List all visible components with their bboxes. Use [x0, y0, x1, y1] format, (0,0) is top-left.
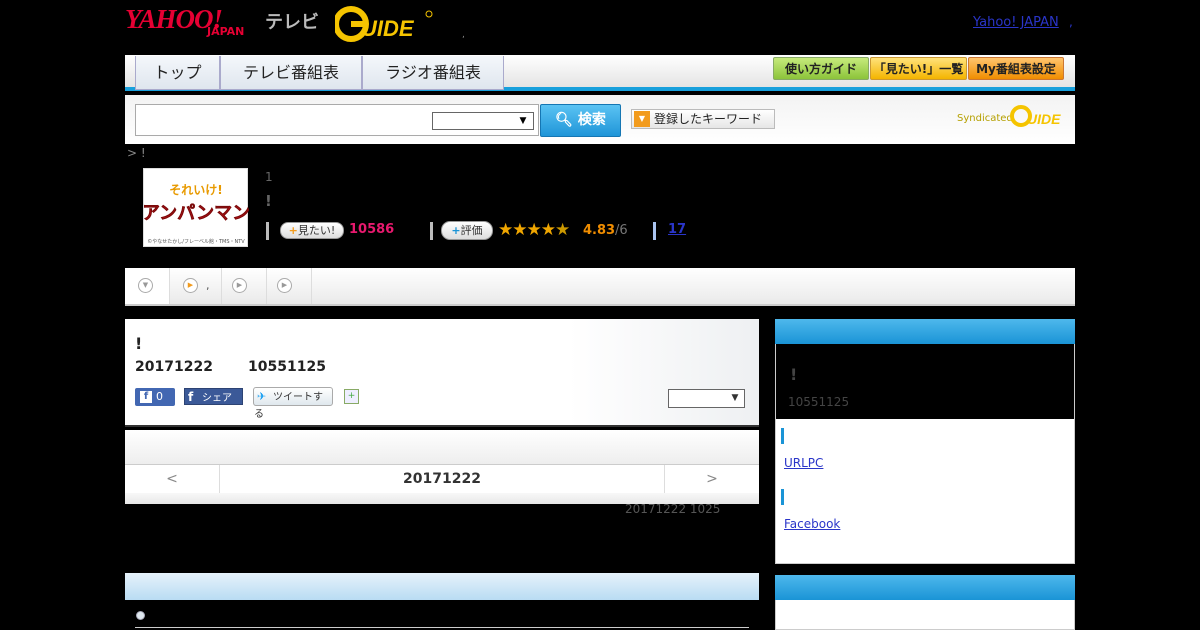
- rating-button-label: 評価: [460, 224, 483, 237]
- program-subtabs: ▼ ▶ , ▶ ▶: [125, 268, 1075, 306]
- mitai-button[interactable]: +見たい!: [280, 222, 344, 239]
- section-header-bar: [125, 573, 759, 600]
- plus-icon: +: [451, 224, 461, 237]
- plus-icon: +: [288, 224, 298, 237]
- facebook-like-button[interactable]: f0: [135, 388, 175, 406]
- registered-keyword-label: 登録したキーワード: [654, 112, 763, 126]
- chevron-down-icon: ▼: [519, 116, 527, 126]
- search-bar: ▼ 🔍︎ 検索 ▼ 登録したキーワード Syndicated UIDE: [125, 95, 1075, 144]
- facebook-icon: f: [140, 391, 152, 403]
- search-button-label: 検索: [577, 112, 606, 128]
- episode-number: 1: [265, 170, 273, 184]
- chevron-down-icon: ▼: [731, 393, 739, 403]
- url-pc-link[interactable]: URLPC: [784, 456, 823, 470]
- svg-text:UIDE: UIDE: [1027, 111, 1061, 127]
- facebook-link[interactable]: Facebook: [784, 517, 840, 531]
- subtab-3[interactable]: ▶: [222, 268, 267, 304]
- side-box-2-header: [775, 575, 1075, 600]
- divider: [653, 222, 656, 240]
- syndicated-gguide-logo: UIDE: [1010, 105, 1061, 127]
- last-updated: 20171222 1025: [625, 502, 721, 516]
- subtab-2[interactable]: ▶ ,: [170, 268, 222, 304]
- divider: [430, 222, 433, 240]
- program-title: !: [265, 192, 272, 210]
- broadcast-info-panel: [125, 319, 759, 427]
- tab-top[interactable]: トップ: [135, 56, 220, 90]
- side-box-2: [775, 600, 1075, 630]
- svg-text:アンパンマン: アンパンマン: [144, 203, 249, 224]
- main-nav: トップ テレビ番組表 ラジオ番組表 使い方ガイド 「見たい!」一覧 My番組表設…: [125, 55, 1075, 91]
- search-button[interactable]: 🔍︎ 検索: [540, 104, 621, 137]
- side-program-time: 10551125: [788, 395, 850, 409]
- side-program-title: !: [790, 365, 798, 384]
- svg-text:UIDE: UIDE: [361, 16, 415, 41]
- add-calendar-icon[interactable]: +: [344, 389, 359, 404]
- yahoo-japan-logo-sub: JAPAN: [207, 25, 245, 38]
- rating-max: /6: [615, 223, 628, 238]
- play-icon: ▶: [277, 278, 292, 293]
- mitai-button-label: 見たい!: [297, 224, 336, 237]
- subtab-1[interactable]: ▼: [125, 268, 170, 304]
- divider: [266, 222, 269, 240]
- dropdown-arrow-icon: ▼: [634, 111, 650, 127]
- subtab-2-label: ,: [206, 279, 210, 292]
- facebook-share-button[interactable]: f シェア: [184, 388, 243, 405]
- review-count-link[interactable]: 17: [668, 222, 686, 237]
- mitai-count: 10586: [349, 222, 395, 237]
- facebook-share-label: シェア: [202, 393, 232, 404]
- program-thumbnail: それいけ! アンパンマン ©やなせたかし/フレーベル館・TMS・NTV: [142, 168, 251, 247]
- datenav-header: [125, 430, 759, 464]
- prev-date-button[interactable]: <: [125, 465, 220, 493]
- usage-guide-button[interactable]: 使い方ガイド: [773, 57, 869, 80]
- tv-label: テレビ: [265, 12, 319, 33]
- svg-text:それいけ!: それいけ!: [169, 183, 222, 197]
- yahoo-japan-link[interactable]: Yahoo! JAPAN: [973, 15, 1059, 30]
- twitter-bird-icon: ✈︎: [257, 390, 267, 403]
- section-marker: [781, 489, 784, 505]
- current-date: 20171222: [403, 471, 481, 487]
- subtab-4[interactable]: ▶: [267, 268, 312, 304]
- rating-value: 4.83: [583, 223, 616, 238]
- play-icon: ▶: [183, 278, 198, 293]
- side-box-header: [775, 319, 1075, 344]
- bullet-icon: [136, 611, 145, 620]
- anpanman-logo-image: それいけ! アンパンマン ©やなせたかし/フレーベル館・TMS・NTV: [142, 183, 251, 245]
- mitai-list-button[interactable]: 「見たい!」一覧: [870, 57, 967, 80]
- play-icon: ▶: [232, 278, 247, 293]
- gguide-logo[interactable]: UIDE: [335, 6, 435, 42]
- divider: [135, 627, 749, 628]
- section-marker: [781, 428, 784, 444]
- header-dot: ,: [462, 30, 465, 40]
- tab-radio-schedule[interactable]: ラジオ番組表: [362, 56, 504, 90]
- yahoo-link-dot: ,: [1069, 15, 1073, 29]
- tab-tv-schedule[interactable]: テレビ番組表: [220, 56, 362, 90]
- breadcrumb: > !: [127, 146, 146, 160]
- svg-text:©やなせたかし/フレーベル館・TMS・NTV: ©やなせたかし/フレーベル館・TMS・NTV: [147, 238, 245, 245]
- broadcast-title: !: [135, 334, 143, 353]
- my-schedule-settings-button[interactable]: My番組表設定: [968, 57, 1064, 80]
- broadcast-date: 20171222: [135, 359, 213, 375]
- syndicated-label: Syndicated: [957, 113, 1013, 124]
- chevron-down-icon: ▼: [138, 278, 153, 293]
- search-icon: 🔍︎: [555, 112, 573, 128]
- registered-keyword-button[interactable]: ▼ 登録したキーワード: [631, 109, 775, 129]
- broadcast-time: 10551125: [248, 359, 326, 375]
- rating-stars: ★★★★★: [498, 220, 570, 240]
- facebook-like-count: 0: [156, 390, 163, 403]
- rating-button[interactable]: +評価: [441, 221, 493, 240]
- next-date-button[interactable]: >: [664, 465, 759, 493]
- facebook-icon: f: [188, 390, 194, 404]
- tweet-button[interactable]: ✈︎ ツイートする: [253, 387, 333, 420]
